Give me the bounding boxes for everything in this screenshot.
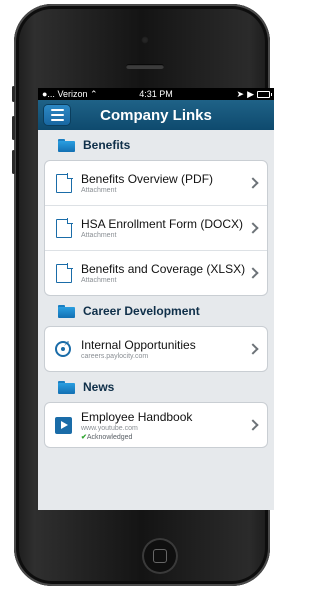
app-screen: ●... Verizon ⌃ 4:31 PM ➤ ▶ Company Links…	[38, 88, 274, 510]
document-icon	[55, 218, 73, 238]
chevron-right-icon	[247, 343, 259, 355]
navigation-bar: Company Links	[38, 100, 274, 130]
list-item-benefits-overview[interactable]: Benefits Overview (PDF) Attachment	[45, 161, 267, 206]
folder-icon	[58, 304, 75, 318]
volume-down-button	[12, 150, 15, 174]
list-item-employee-handbook[interactable]: Employee Handbook www.youtube.com ✔Ackno…	[45, 403, 267, 447]
section-header-career-development: Career Development	[44, 296, 268, 326]
chevron-right-icon	[247, 419, 259, 431]
status-bar: ●... Verizon ⌃ 4:31 PM ➤ ▶	[38, 88, 274, 100]
earpiece	[126, 64, 164, 69]
section-header-news: News	[44, 372, 268, 402]
front-camera	[141, 36, 149, 44]
volume-up-button	[12, 116, 15, 140]
menu-button[interactable]	[44, 105, 70, 125]
video-icon	[55, 415, 72, 435]
list-item-hsa-enrollment[interactable]: HSA Enrollment Form (DOCX) Attachment	[45, 206, 267, 251]
section-header-benefits: Benefits	[44, 130, 268, 160]
chevron-right-icon	[247, 222, 259, 234]
location-icon: ➤	[236, 88, 245, 99]
page-title: Company Links	[100, 106, 212, 124]
chevron-right-icon	[247, 177, 259, 189]
folder-icon	[58, 380, 75, 394]
folder-icon	[58, 138, 75, 152]
benefits-group: Benefits Overview (PDF) Attachment HSA E…	[44, 160, 268, 296]
battery-icon	[257, 90, 272, 98]
news-group: Employee Handbook www.youtube.com ✔Ackno…	[44, 402, 268, 448]
mute-switch	[12, 86, 15, 102]
document-icon	[55, 173, 73, 193]
career-group: ↑ Internal Opportunities careers.payloci…	[44, 326, 268, 372]
links-list: Benefits Benefits Overview (PDF) Attachm…	[38, 130, 274, 448]
play-icon: ▶	[247, 88, 254, 99]
chevron-right-icon	[247, 267, 259, 279]
target-icon: ↑	[55, 338, 72, 359]
document-icon	[55, 263, 73, 283]
home-button[interactable]	[142, 538, 178, 574]
acknowledged-status: ✔Acknowledged	[81, 433, 133, 441]
list-item-internal-opportunities[interactable]: ↑ Internal Opportunities careers.payloci…	[45, 327, 267, 371]
list-item-benefits-coverage[interactable]: Benefits and Coverage (XLSX) Attachment	[45, 251, 267, 295]
